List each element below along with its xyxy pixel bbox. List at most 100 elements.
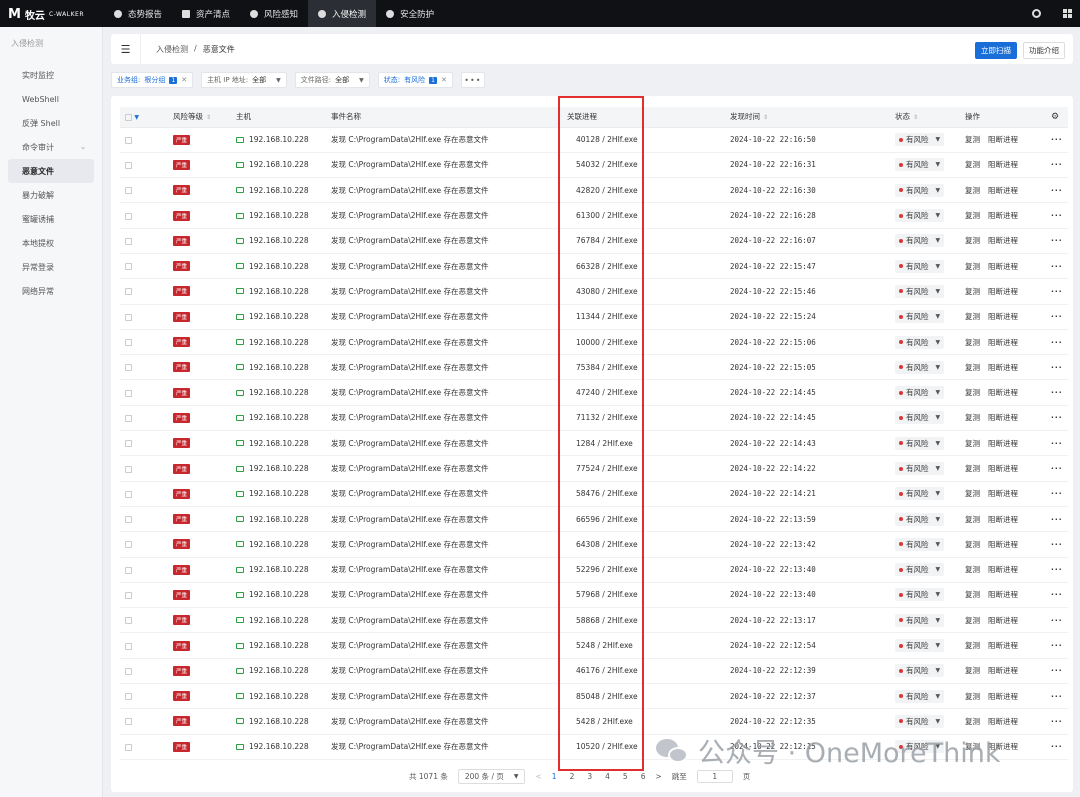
row-select-cell[interactable] <box>120 582 168 609</box>
host-cell[interactable]: 192.168.10.228 <box>231 152 326 179</box>
row-select-cell[interactable] <box>120 177 168 204</box>
host-cell[interactable]: 192.168.10.228 <box>231 177 326 204</box>
host-cell[interactable]: 192.168.10.228 <box>231 202 326 229</box>
table-row[interactable]: 严重 192.168.10.228 发现 C:\ProgramData\2HIf.e… <box>120 177 1068 204</box>
event-name[interactable]: 发现 C:\ProgramData\2HIf.exe 存在恶意文件 <box>326 557 562 583</box>
host-ip[interactable]: 192.168.10.228 <box>249 363 309 372</box>
row-select-cell[interactable] <box>120 127 168 153</box>
status-cell[interactable]: 有风险 ▼ <box>890 177 960 204</box>
select-all-cell[interactable]: ▼ <box>120 107 168 128</box>
host-ip[interactable]: 192.168.10.228 <box>249 717 309 726</box>
recheck-button[interactable]: 复测 <box>965 262 980 271</box>
more-actions-icon[interactable]: ··· <box>1046 354 1068 381</box>
host-cell[interactable]: 192.168.10.228 <box>231 379 326 406</box>
row-checkbox[interactable] <box>125 161 132 169</box>
host-cell[interactable]: 192.168.10.228 <box>231 582 326 609</box>
breadcrumb-parent[interactable]: 入侵检测 <box>156 44 188 55</box>
filter-status[interactable]: 状态: 有风险 1 ✕ <box>377 72 453 88</box>
row-select-cell[interactable] <box>120 405 168 432</box>
host-ip[interactable]: 192.168.10.228 <box>249 413 309 422</box>
table-row[interactable]: 严重 192.168.10.228 发现 C:\ProgramData\2HIf.e… <box>120 202 1068 229</box>
prev-page-button[interactable]: < <box>535 772 541 781</box>
table-row[interactable]: 严重 192.168.10.228 发现 C:\ProgramData\2HIf.e… <box>120 278 1068 305</box>
block-process-button[interactable]: 阻断进程 <box>988 666 1018 675</box>
host-cell[interactable]: 192.168.10.228 <box>231 405 326 432</box>
event-name[interactable]: 发现 C:\ProgramData\2HIf.exe 存在恶意文件 <box>326 278 562 305</box>
more-actions-icon[interactable]: ··· <box>1046 708 1068 735</box>
row-checkbox[interactable] <box>125 718 132 726</box>
row-select-cell[interactable] <box>120 228 168 254</box>
row-checkbox[interactable] <box>125 667 132 675</box>
event-name[interactable]: 发现 C:\ProgramData\2HIf.exe 存在恶意文件 <box>326 481 562 507</box>
block-process-button[interactable]: 阻断进程 <box>988 413 1018 422</box>
status-select[interactable]: 有风险 ▼ <box>895 436 945 450</box>
host-cell[interactable]: 192.168.10.228 <box>231 506 326 533</box>
status-select[interactable]: 有风险 ▼ <box>895 386 945 400</box>
host-cell[interactable]: 192.168.10.228 <box>231 354 326 381</box>
block-process-button[interactable]: 阻断进程 <box>988 160 1018 169</box>
host-cell[interactable]: 192.168.10.228 <box>231 278 326 305</box>
host-cell[interactable]: 192.168.10.228 <box>231 430 326 457</box>
status-cell[interactable]: 有风险 ▼ <box>890 632 960 659</box>
host-cell[interactable]: 192.168.10.228 <box>231 607 326 634</box>
host-cell[interactable]: 192.168.10.228 <box>231 253 326 280</box>
nav-item-1[interactable]: 态势报告 <box>104 0 172 27</box>
recheck-button[interactable]: 复测 <box>965 312 980 321</box>
row-select-cell[interactable] <box>120 481 168 507</box>
more-actions-icon[interactable]: ··· <box>1046 683 1068 710</box>
row-select-cell[interactable] <box>120 531 168 558</box>
block-process-button[interactable]: 阻断进程 <box>988 641 1018 650</box>
status-cell[interactable]: 有风险 ▼ <box>890 152 960 179</box>
event-name[interactable]: 发现 C:\ProgramData\2HIf.exe 存在恶意文件 <box>326 708 562 735</box>
status-select[interactable]: 有风险 ▼ <box>895 689 945 703</box>
status-select[interactable]: 有风险 ▼ <box>895 639 945 653</box>
page-number[interactable]: 2 <box>570 772 575 781</box>
apps-grid-icon[interactable] <box>1063 9 1072 18</box>
row-select-cell[interactable] <box>120 304 168 330</box>
jump-page-input[interactable]: 1 <box>696 769 733 783</box>
block-process-button[interactable]: 阻断进程 <box>988 338 1018 347</box>
event-name[interactable]: 发现 C:\ProgramData\2HIf.exe 存在恶意文件 <box>326 127 562 153</box>
event-name[interactable]: 发现 C:\ProgramData\2HIf.exe 存在恶意文件 <box>326 177 562 204</box>
host-cell[interactable]: 192.168.10.228 <box>231 531 326 558</box>
row-checkbox[interactable] <box>125 566 132 574</box>
page-number[interactable]: 6 <box>641 772 646 781</box>
status-select[interactable]: 有风险 ▼ <box>895 462 945 475</box>
block-process-button[interactable]: 阻断进程 <box>988 312 1018 321</box>
row-checkbox[interactable] <box>125 617 132 625</box>
row-checkbox[interactable] <box>125 490 132 498</box>
table-row[interactable]: 严重 192.168.10.228 发现 C:\ProgramData\2HIf.e… <box>120 304 1068 330</box>
feature-intro-button[interactable]: 功能介绍 <box>1023 42 1065 59</box>
row-checkbox[interactable] <box>125 693 132 701</box>
more-actions-icon[interactable]: ··· <box>1046 632 1068 659</box>
status-select[interactable]: 有风险 ▼ <box>895 714 945 728</box>
recheck-button[interactable]: 复测 <box>965 388 980 397</box>
status-select[interactable]: 有风险 ▼ <box>895 234 945 248</box>
row-select-cell[interactable] <box>120 708 168 735</box>
nav-item-5[interactable]: 安全防护 <box>376 0 444 27</box>
table-row[interactable]: 严重 192.168.10.228 发现 C:\ProgramData\2HIf.e… <box>120 127 1068 153</box>
row-checkbox[interactable] <box>125 136 132 144</box>
row-checkbox[interactable] <box>125 465 132 473</box>
status-cell[interactable]: 有风险 ▼ <box>890 127 960 153</box>
sidebar-item[interactable]: WebShell <box>8 87 94 111</box>
recheck-button[interactable]: 复测 <box>965 186 980 195</box>
sidebar-item[interactable]: 命令审计 ⌄ <box>8 135 94 159</box>
more-actions-icon[interactable]: ··· <box>1046 304 1068 330</box>
event-name[interactable]: 发现 C:\ProgramData\2HIf.exe 存在恶意文件 <box>326 253 562 280</box>
nav-item-2[interactable]: 资产清点 <box>172 0 240 27</box>
more-actions-icon[interactable]: ··· <box>1046 582 1068 609</box>
row-checkbox[interactable] <box>125 591 132 599</box>
event-name[interactable]: 发现 C:\ProgramData\2HIf.exe 存在恶意文件 <box>326 152 562 179</box>
status-select[interactable]: 有风险 ▼ <box>895 158 945 172</box>
table-row[interactable]: 严重 192.168.10.228 发现 C:\ProgramData\2HIf.e… <box>120 607 1068 634</box>
block-process-button[interactable]: 阻断进程 <box>988 186 1018 195</box>
recheck-button[interactable]: 复测 <box>965 489 980 498</box>
host-cell[interactable]: 192.168.10.228 <box>231 228 326 254</box>
host-cell[interactable]: 192.168.10.228 <box>231 329 326 356</box>
clear-filter-icon[interactable]: ✕ <box>441 76 447 84</box>
status-cell[interactable]: 有风险 ▼ <box>890 354 960 381</box>
nav-item-3[interactable]: 风险感知 <box>240 0 308 27</box>
host-ip[interactable]: 192.168.10.228 <box>249 742 309 751</box>
host-ip[interactable]: 192.168.10.228 <box>249 338 309 347</box>
